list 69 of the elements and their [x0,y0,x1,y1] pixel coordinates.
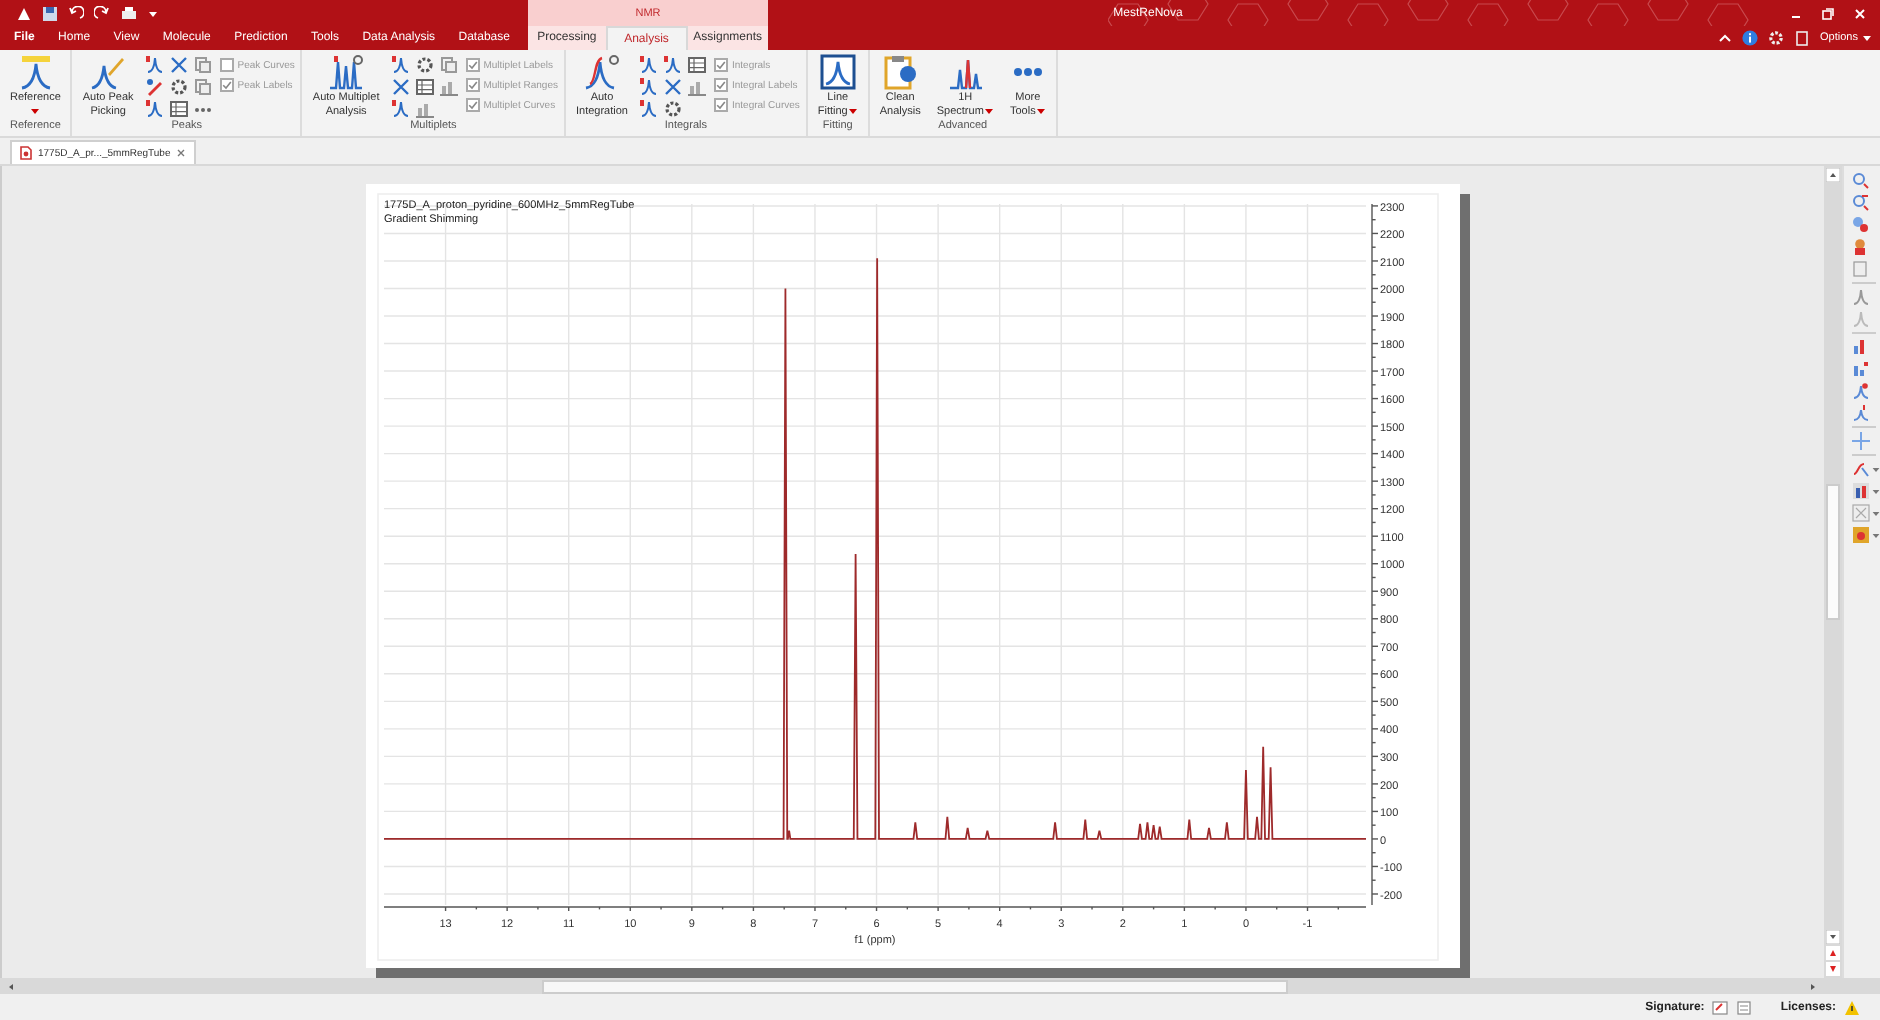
multiplet-icon [328,54,365,90]
vertical-scrollbar[interactable] [1824,166,1842,978]
caret-icon [1862,32,1872,44]
gear-icon[interactable] [663,100,682,118]
settings-icon[interactable] [1768,30,1785,46]
undo-icon[interactable] [68,5,84,21]
peak-icon[interactable] [639,100,658,118]
peak-picking-icon [90,54,127,90]
restore-icon[interactable] [1820,5,1836,21]
scroll-up-icon[interactable] [1826,168,1840,182]
zoom-icon[interactable] [1852,216,1870,234]
peak-icon[interactable] [639,56,658,74]
table-icon[interactable] [687,56,706,74]
checkbox[interactable] [713,78,728,92]
peak-icon[interactable] [1852,404,1870,422]
reference-icon [17,54,54,90]
chart-icon[interactable] [439,78,458,96]
checkbox[interactable] [465,78,480,92]
zoom-in-icon[interactable] [1852,172,1870,190]
warning-icon[interactable] [1844,999,1860,1015]
integration-icon [583,54,620,90]
chart-icon[interactable] [687,78,706,96]
scroll-down-icon[interactable] [1826,930,1840,944]
cross-icon[interactable] [169,56,188,74]
table-icon[interactable] [169,100,188,118]
app-icon[interactable] [16,5,32,21]
chart-icon[interactable] [415,100,434,118]
peak-icon[interactable] [391,100,410,118]
spectrum-icon [947,54,984,90]
person-icon[interactable] [1852,238,1870,256]
peak-icon[interactable] [639,78,658,96]
cross-icon[interactable] [391,78,410,96]
peak-icon[interactable] [1852,382,1870,400]
gear-icon[interactable] [169,78,188,96]
bar-chart-icon[interactable] [1852,338,1870,356]
bar-chart-icon[interactable] [1852,360,1870,378]
checkbox[interactable] [219,78,234,92]
clipboard-icon[interactable] [1794,30,1811,46]
report-icon[interactable] [1852,526,1870,544]
print-icon[interactable] [120,5,138,21]
peak-icon[interactable] [391,56,410,74]
checkbox[interactable] [713,98,728,112]
signature-icon[interactable] [1712,999,1729,1015]
scroll-thumb[interactable] [1826,484,1840,620]
checkbox[interactable] [219,58,234,72]
pen-icon[interactable] [145,78,164,96]
checkbox[interactable] [713,58,728,72]
peak-icon[interactable] [145,56,164,74]
redo-icon[interactable] [94,5,110,21]
zoom-out-icon[interactable] [1852,194,1870,212]
more-icon [1013,68,1042,76]
table-icon[interactable] [415,78,434,96]
chart-icon[interactable] [1852,482,1870,500]
peak-icon[interactable] [145,100,164,118]
document-icon [20,146,32,160]
check-icon [221,80,232,90]
gear-icon[interactable] [415,56,434,74]
collapse-ribbon-icon[interactable] [1718,30,1733,46]
page-up-icon[interactable] [1826,946,1840,960]
page-down-icon[interactable] [1826,962,1840,976]
scroll-thumb[interactable] [542,979,1288,993]
save-icon[interactable] [42,5,58,21]
checkbox[interactable] [465,98,480,112]
close-icon[interactable] [176,148,187,158]
cross-icon[interactable] [663,78,682,96]
checkbox[interactable] [465,58,480,72]
info-icon[interactable] [1742,30,1759,46]
peak-icon[interactable] [663,56,682,74]
integral-icon[interactable] [1852,460,1870,478]
